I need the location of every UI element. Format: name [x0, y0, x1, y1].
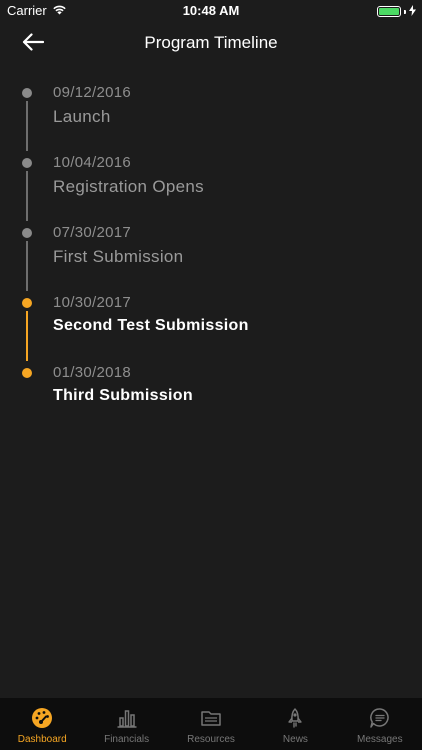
timeline-item-active[interactable]: 01/30/2018 Third Submission: [0, 362, 422, 432]
timeline-date: 07/30/2017: [53, 224, 132, 241]
timeline-connector: [26, 101, 28, 151]
tab-resources[interactable]: Resources: [169, 698, 253, 750]
timeline-connector: [26, 241, 28, 291]
timeline-title: First Submission: [53, 247, 184, 266]
folder-icon: [199, 706, 223, 730]
tab-messages[interactable]: Messages: [338, 698, 422, 750]
tab-news[interactable]: News: [253, 698, 337, 750]
rocket-icon: [283, 706, 307, 730]
nav-bar: Program Timeline: [0, 22, 422, 66]
tab-label: News: [282, 734, 308, 745]
battery-icon: [377, 6, 401, 17]
timeline-connector: [26, 171, 28, 221]
timeline-item-active[interactable]: 10/30/2017 Second Test Submission: [0, 292, 422, 362]
tab-bar: Dashboard Financials Resources News Mess…: [0, 698, 422, 750]
tab-label: Resources: [187, 734, 235, 745]
page-title: Program Timeline: [144, 33, 278, 52]
timeline-title: Third Submission: [53, 387, 193, 404]
tab-label: Dashboard: [17, 734, 67, 745]
timeline-connector: [26, 311, 28, 361]
battery-tip: [404, 9, 406, 14]
timeline-item[interactable]: 10/04/2016 Registration Opens: [0, 152, 422, 222]
timeline-date: 10/04/2016: [53, 154, 132, 171]
timeline-title: Registration Opens: [53, 177, 204, 196]
bar-chart-icon: [115, 706, 139, 730]
status-time: 10:48 AM: [182, 3, 240, 18]
status-bar: Carrier 10:48 AM: [0, 0, 422, 22]
timeline-dot: [22, 368, 32, 378]
timeline: 09/12/2016 Launch 10/04/2016 Registratio…: [0, 82, 422, 432]
timeline-title: Second Test Submission: [53, 317, 249, 334]
timeline-date: 01/30/2018: [53, 364, 132, 381]
tab-label: Financials: [104, 734, 150, 745]
timeline-date: 09/12/2016: [53, 84, 132, 101]
timeline-title: Launch: [53, 107, 111, 126]
tab-dashboard[interactable]: Dashboard: [0, 698, 84, 750]
timeline-dot: [22, 298, 32, 308]
timeline-dot: [22, 158, 32, 168]
timeline-date: 10/30/2017: [53, 294, 132, 311]
timeline-item[interactable]: 09/12/2016 Launch: [0, 82, 422, 152]
tab-financials[interactable]: Financials: [84, 698, 168, 750]
charging-bolt-icon: [409, 4, 416, 19]
timeline-item[interactable]: 07/30/2017 First Submission: [0, 222, 422, 292]
tab-label: Messages: [357, 734, 403, 745]
dashboard-gauge-icon: [30, 706, 54, 730]
timeline-dot: [22, 88, 32, 98]
message-icon: [368, 706, 392, 730]
timeline-dot: [22, 228, 32, 238]
status-right: [377, 4, 416, 19]
